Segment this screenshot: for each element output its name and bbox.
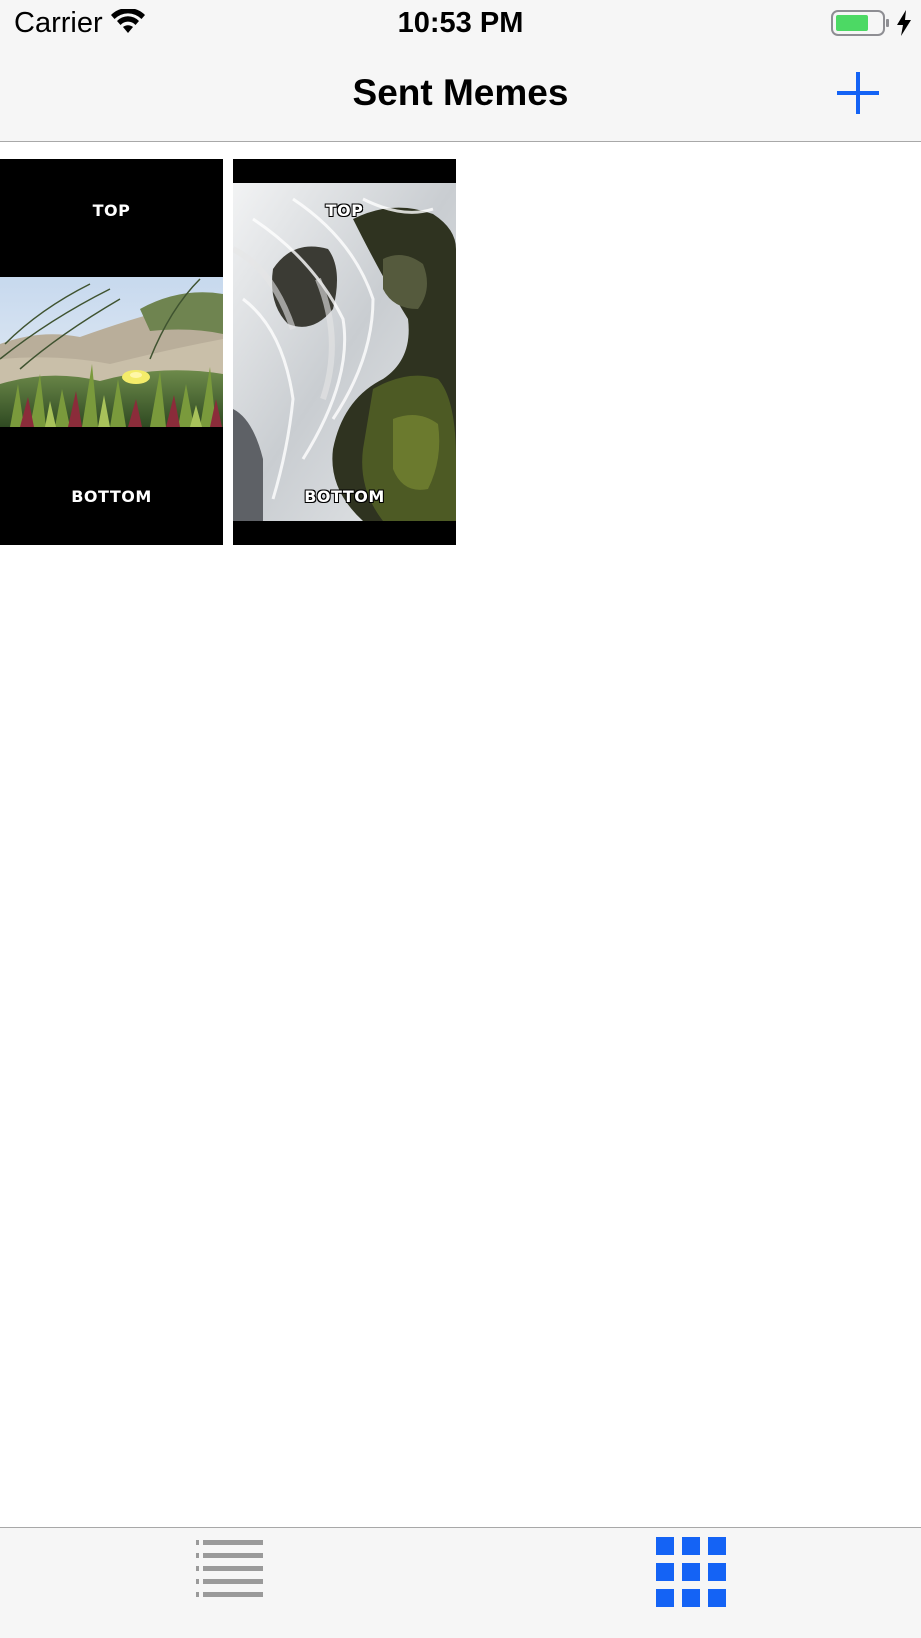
navigation-bar: Sent Memes bbox=[0, 48, 921, 142]
meme-collection: TOP BOTTOM TOP BOTTOM bbox=[0, 142, 921, 1527]
meme-bottom-text: BOTTOM bbox=[71, 487, 152, 506]
tab-grid-view[interactable] bbox=[460, 1528, 920, 1638]
clock-label: 10:53 PM bbox=[397, 7, 524, 39]
add-meme-button[interactable] bbox=[833, 68, 883, 118]
tab-list-view[interactable] bbox=[0, 1528, 460, 1638]
meme-bottom-text: BOTTOM bbox=[304, 487, 385, 506]
battery-icon bbox=[831, 10, 889, 36]
status-bar: Carrier 10:53 PM bbox=[0, 0, 921, 48]
meme-cell[interactable]: TOP BOTTOM bbox=[233, 159, 456, 545]
plus-icon bbox=[837, 72, 879, 114]
tab-bar bbox=[0, 1527, 921, 1638]
list-icon bbox=[196, 1540, 263, 1597]
charging-bolt-icon bbox=[897, 10, 911, 36]
page-title: Sent Memes bbox=[352, 72, 569, 113]
meme-top-text: TOP bbox=[92, 201, 131, 220]
meme-top-text: TOP bbox=[325, 201, 364, 220]
meme-cell[interactable]: TOP BOTTOM bbox=[0, 159, 223, 545]
grid-icon bbox=[656, 1537, 726, 1607]
